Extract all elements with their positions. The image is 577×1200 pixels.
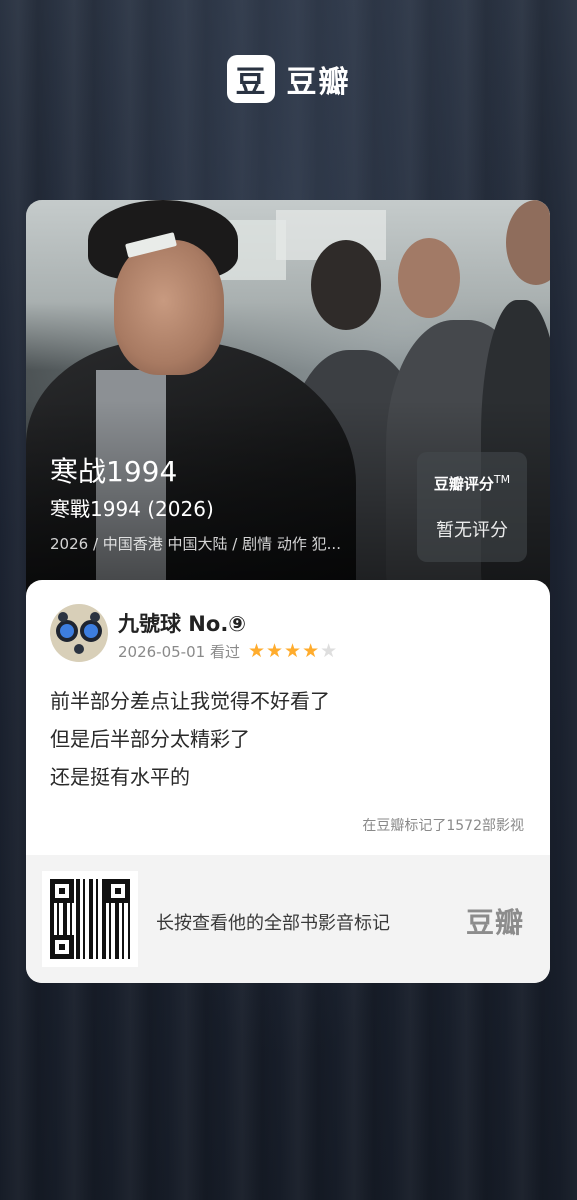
star-empty-icon: ★: [320, 640, 338, 662]
share-footer: 长按查看他的全部书影音标记 豆瓣: [26, 855, 550, 983]
movie-info: 寒战1994 寒戰1994 (2026) 2026 / 中国香港 中国大陆 / …: [50, 455, 410, 555]
movie-poster: 寒战1994 寒戰1994 (2026) 2026 / 中国香港 中国大陆 / …: [26, 200, 550, 600]
footer-cta: 长按查看他的全部书影音标记: [156, 913, 390, 934]
review-section: 九號球 No.⑨ 2026-05-01 看过 ★ ★ ★ ★ ★ 前半部分差点让我觉得不…: [26, 580, 550, 855]
douban-rating-box: 豆瓣评分TM 暂无评分: [417, 452, 527, 562]
movie-title: 寒战1994: [50, 455, 178, 488]
rating-value: 暂无评分: [436, 519, 508, 541]
star-rating: ★ ★ ★ ★ ★: [248, 642, 337, 661]
star-filled-icon: ★: [266, 640, 284, 662]
star-filled-icon: ★: [247, 640, 265, 662]
review-line: 但是后半部分太精彩了: [50, 727, 250, 751]
marked-count: 在豆瓣标记了1572部影视: [362, 818, 524, 834]
review-text: 前半部分差点让我觉得不好看了 但是后半部分太精彩了 还是挺有水平的: [50, 682, 530, 796]
share-card: 寒战1994 寒戰1994 (2026) 2026 / 中国香港 中国大陆 / …: [26, 200, 550, 983]
star-filled-icon: ★: [302, 640, 320, 662]
user-name: 九號球 No.⑨: [118, 612, 247, 636]
rating-label: 豆瓣评分TM: [433, 472, 511, 493]
star-filled-icon: ★: [284, 640, 302, 662]
review-line: 还是挺有水平的: [50, 765, 190, 789]
avatar: [50, 604, 108, 662]
qr-code-icon[interactable]: [42, 871, 138, 967]
brand-name: 豆瓣: [286, 65, 351, 100]
trademark-mark: TM: [493, 472, 511, 486]
review-meta: 2026-05-01 看过 ★ ★ ★ ★ ★: [118, 641, 337, 662]
brand-header: 豆 豆瓣: [0, 55, 577, 103]
movie-original-title: 寒戰1994 (2026): [50, 497, 214, 521]
footer-brand: 豆瓣: [465, 906, 524, 939]
douban-logo-icon: 豆: [226, 55, 275, 103]
review-date: 2026-05-01 看过: [118, 643, 240, 661]
movie-meta: 2026 / 中国香港 中国大陆 / 剧情 动作 犯...: [50, 535, 341, 553]
review-line: 前半部分差点让我觉得不好看了: [50, 689, 330, 713]
